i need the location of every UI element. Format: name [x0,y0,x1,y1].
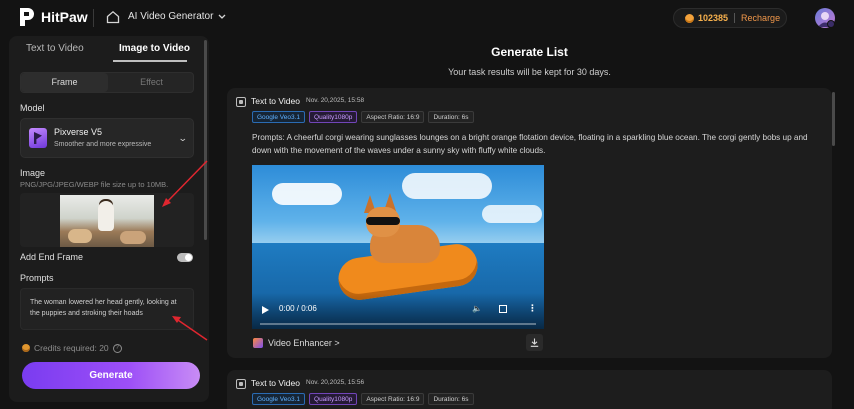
tag-model: Google Veo3.1 [252,393,306,405]
help-icon[interactable]: ? [112,343,122,353]
video-enhancer-icon [253,338,263,348]
tag-duration: Duration: 6s [428,111,474,123]
mode-tabs: Text to Video Image to Video [9,36,209,62]
play-icon[interactable] [262,306,269,314]
end-frame-toggle[interactable] [177,253,193,262]
video-cloud [272,183,342,205]
image-format-hint: PNG/JPG/JPEG/WEBP file size up to 10MB. [20,180,169,189]
task-card: Text to Video Nov. 20,2025, 15:56 Google… [227,370,832,409]
task-tags: Google Veo3.1 Quality1080p Aspect Ratio:… [252,111,474,123]
tag-aspect-ratio: Aspect Ratio: 16:9 [361,393,425,405]
hitpaw-logo-icon [20,8,34,26]
thumb-person [98,201,114,231]
main-scrollbar[interactable] [832,92,835,146]
tag-model: Google Veo3.1 [252,111,306,123]
mode-effect-button[interactable]: Effect [108,73,195,92]
model-description: Smoother and more expressive [54,141,152,148]
thumb-puppy [68,229,92,243]
coin-icon [22,344,30,352]
chevron-down-icon: ⌄ [177,133,188,143]
avatar-status-badge [827,20,835,28]
image-upload-area[interactable] [20,193,194,247]
prompt-input[interactable]: The woman lowered her head gently, looki… [20,288,194,330]
prompts-label: Prompts [20,273,54,283]
tab-text-to-video[interactable]: Text to Video [26,43,84,54]
tag-quality: Quality1080p [309,111,358,123]
video-time: 0:00 / 0:06 [279,304,317,313]
task-type: Text to Video [251,96,300,106]
generate-button[interactable]: Generate [22,362,200,389]
uploaded-image-thumbnail[interactable] [60,195,154,247]
video-enhancer-label: Video Enhancer > [268,338,340,348]
page-title: Generate List [491,45,568,59]
video-progress-bar[interactable] [260,323,536,325]
home-icon[interactable] [106,10,120,24]
pixverse-logo-icon [29,128,47,148]
more-options-icon[interactable]: ⋮ [528,303,537,314]
download-icon [530,338,539,347]
task-time: Nov. 20,2025, 15:58 [306,97,365,104]
tag-quality: Quality1080p [309,393,358,405]
credits-required-text: Credits required: 20 [34,343,109,353]
header-divider [93,9,94,27]
fullscreen-icon[interactable] [499,305,507,313]
model-label: Model [20,103,45,113]
logo-text: HitPaw [41,9,88,25]
video-task-icon [236,97,246,107]
top-bar: HitPaw AI Video Generator 102385 Recharg… [0,0,854,36]
coin-icon [685,13,694,23]
chevron-down-icon [218,14,226,19]
model-selector[interactable]: Pixverse V5 Smoother and more expressive… [20,118,194,158]
video-task-icon [236,379,246,389]
hitpaw-logo[interactable]: HitPaw [18,7,88,27]
task-card: Text to Video Nov. 20,2025, 15:58 Google… [227,88,832,358]
video-cloud [402,173,492,199]
end-frame-label: Add End Frame [20,252,84,262]
credit-count: 102385 [698,13,729,23]
pill-divider [734,13,736,23]
tab-image-to-video[interactable]: Image to Video [119,43,190,54]
credits-required: Credits required: 20 ? [22,343,122,353]
page-subtitle: Your task results will be kept for 30 da… [448,67,611,77]
task-type: Text to Video [251,378,300,388]
generation-settings-panel: Text to Video Image to Video Frame Effec… [9,36,209,402]
thumb-puppy [120,231,146,244]
task-tags: Google Veo3.1 Quality1080p Aspect Ratio:… [252,393,474,405]
video-player[interactable]: 0:00 / 0:06 🔈 ⋮ [252,165,544,329]
video-enhancer-link[interactable]: Video Enhancer > [253,338,340,348]
active-tab-indicator [113,60,187,62]
video-corgi-sunglasses [366,217,400,225]
app-switcher[interactable]: AI Video Generator [128,11,226,22]
volume-icon[interactable]: 🔈 [472,304,482,313]
frame-effect-switch: Frame Effect [20,72,194,93]
recharge-link[interactable]: Recharge [741,13,780,23]
app-title: AI Video Generator [128,11,214,22]
task-time: Nov. 20,2025, 15:56 [306,379,365,386]
video-controls: 0:00 / 0:06 🔈 ⋮ [252,293,544,329]
left-panel-scrollbar[interactable] [204,40,207,240]
tag-duration: Duration: 6s [428,393,474,405]
image-label: Image [20,168,46,178]
mode-frame-button[interactable]: Frame [21,73,108,92]
download-button[interactable] [526,334,543,351]
task-prompt: Prompts: A cheerful corgi wearing sungla… [252,133,808,155]
tag-aspect-ratio: Aspect Ratio: 16:9 [361,111,425,123]
model-name: Pixverse V5 [54,127,103,137]
video-cloud [482,205,542,223]
credits-balance[interactable]: 102385 Recharge [673,8,787,28]
